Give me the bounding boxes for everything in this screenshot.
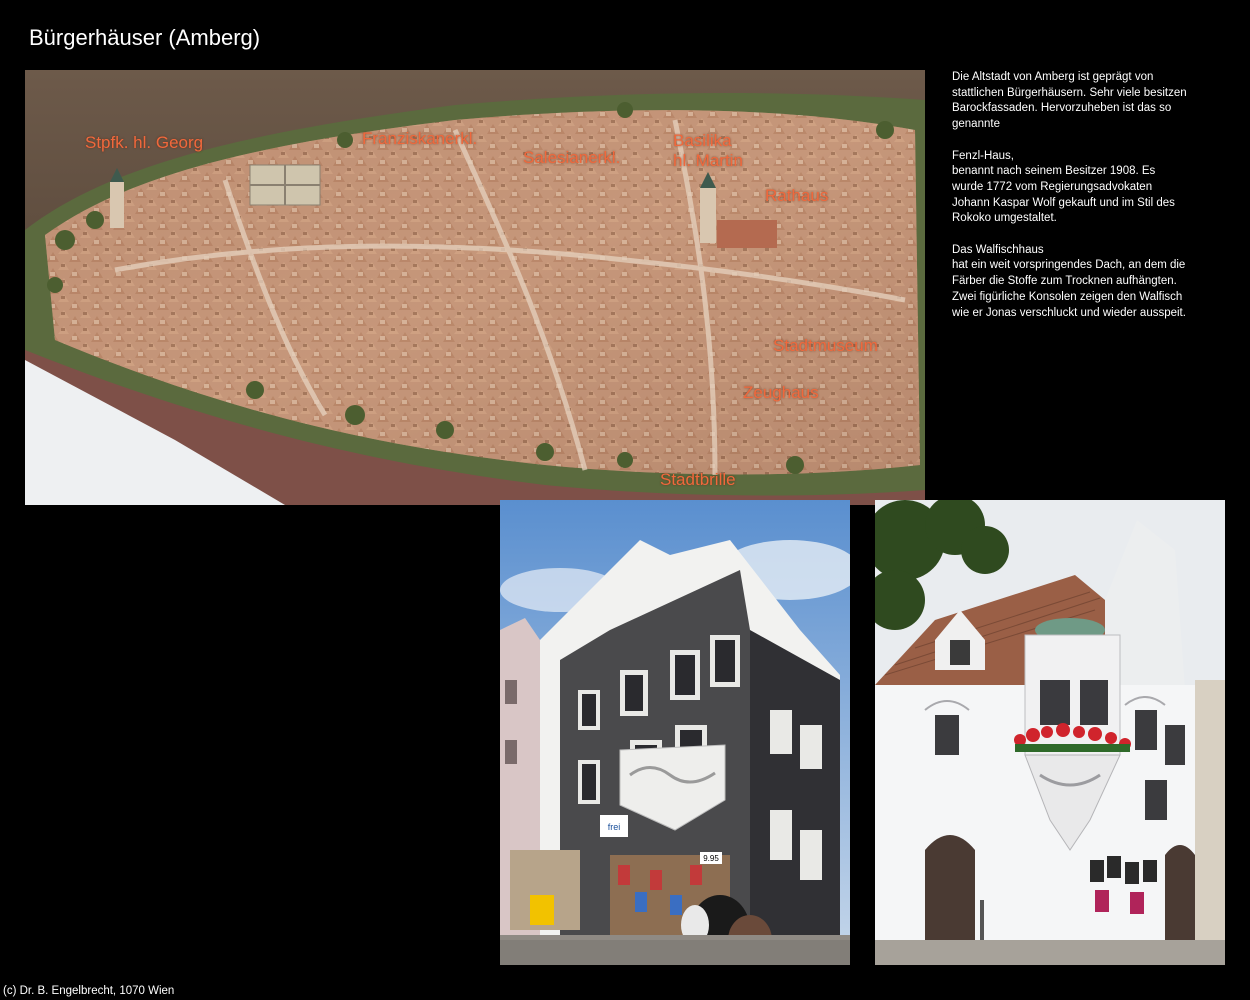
- label-basilika-line1: Basilika: [673, 131, 732, 150]
- fenzl-haus-photo: 9.95 frei: [500, 500, 850, 965]
- description-paragraph-altstadt: Die Altstadt von Amberg ist geprägt von …: [952, 71, 1187, 131]
- label-rathaus: Rathaus: [765, 186, 829, 205]
- description-paragraph-walfischhaus: Das Walfischhaus hat ein weit vorspringe…: [952, 243, 1186, 319]
- copyright-credit: (c) Dr. B. Engelbrecht, 1070 Wien: [3, 985, 175, 997]
- label-stadtbrille: Stadtbrille: [660, 470, 736, 489]
- walfischhaus-image: [875, 500, 1225, 965]
- walfischhaus-photo: [875, 500, 1225, 965]
- shop-brand-sign: frei: [608, 822, 621, 832]
- label-basilika: Basilika hl. Martin: [673, 131, 743, 171]
- fenzl-haus-image: 9.95 frei: [500, 500, 850, 965]
- label-zeughaus: Zeughaus: [743, 383, 819, 402]
- label-franziskanerkloster: Franziskanerkl.: [362, 129, 478, 148]
- page: Bürgerhäuser (Amberg) Stpfk. hl. Georg F…: [0, 0, 1250, 1000]
- label-salesianerkloster: Salesianerkl.: [523, 148, 621, 167]
- label-basilika-line2: hl. Martin: [673, 151, 743, 170]
- label-stadtmuseum: Stadtmuseum: [773, 336, 878, 355]
- page-title: Bürgerhäuser (Amberg): [29, 25, 261, 50]
- price-sign: 9.95: [703, 854, 719, 863]
- description-paragraph-fenzl-haus: Fenzl-Haus, benannt nach seinem Besitzer…: [952, 149, 1175, 225]
- city-model-photo: Stpfk. hl. Georg Franziskanerkl. Salesia…: [25, 70, 925, 505]
- label-stpfk-georg: Stpfk. hl. Georg: [85, 133, 204, 152]
- description-text: Die Altstadt von Amberg ist geprägt von …: [952, 70, 1187, 337]
